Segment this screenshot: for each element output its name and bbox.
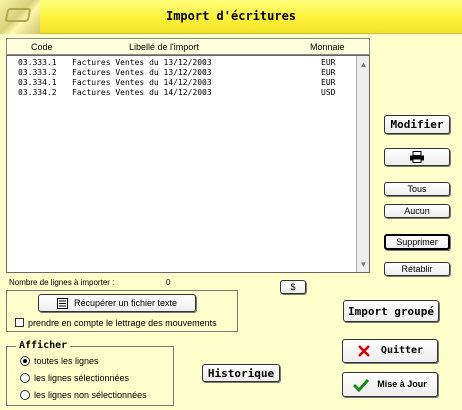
printer-icon	[410, 151, 424, 163]
lines-to-import-label: Nombre de lignes à importer :	[9, 278, 115, 287]
row-currency: USD	[321, 88, 336, 97]
quit-button[interactable]: Quitter	[342, 339, 438, 363]
list-scrollbar[interactable]: ▲ ▼	[356, 56, 369, 272]
history-button[interactable]: Historique	[202, 364, 280, 382]
checkmark-icon	[353, 378, 370, 392]
table-row[interactable]: 03.333.1 Factures Ventes du 13/12/2003 E…	[6, 58, 350, 68]
column-header-label[interactable]: Libellé de l'import	[129, 42, 199, 52]
row-code: 03.333.1	[18, 58, 57, 67]
row-currency: EUR	[321, 78, 336, 87]
row-code: 03.333.2	[18, 68, 57, 77]
column-header-currency[interactable]: Monnaie	[310, 42, 345, 52]
table-row[interactable]: 03.334.2 Factures Ventes du 14/12/2003 U…	[6, 88, 350, 98]
window-title: Import d'écritures	[165, 9, 297, 23]
update-label: Mise à Jour	[377, 379, 427, 389]
modifier-button[interactable]: Modifier	[384, 115, 450, 134]
file-icon	[56, 297, 68, 309]
radio-selected-lines-label: les lignes sélectionnées	[34, 373, 130, 383]
row-code: 03.334.2	[18, 88, 57, 97]
quit-label: Quitter	[380, 345, 424, 356]
radio-all-lines-label: toutes les lignes	[34, 356, 99, 366]
lettering-checkbox[interactable]	[15, 318, 24, 327]
restore-button[interactable]: Rétablir	[384, 262, 450, 276]
list-header: Code Libellé de l'import Monnaie	[6, 38, 370, 55]
radio-unselected-lines[interactable]	[20, 390, 30, 400]
display-group-title: Afficher	[16, 340, 71, 351]
update-button[interactable]: Mise à Jour	[342, 372, 438, 397]
select-all-button[interactable]: Tous	[384, 182, 450, 196]
table-row[interactable]: 03.334.1 Factures Ventes du 14/12/2003 E…	[6, 78, 350, 88]
radio-unselected-lines-label: les lignes non sélectionnées	[34, 390, 147, 400]
row-currency: EUR	[321, 58, 336, 67]
row-currency: EUR	[321, 68, 336, 77]
currency-button[interactable]: $	[280, 280, 306, 294]
table-row[interactable]: 03.333.2 Factures Ventes du 13/12/2003 E…	[6, 68, 350, 78]
lines-to-import-value: 0	[166, 278, 171, 287]
delete-button[interactable]: Supprimer	[384, 234, 450, 250]
close-icon	[358, 345, 370, 357]
radio-all-lines[interactable]	[20, 356, 30, 366]
fetch-text-file-button[interactable]: Récupérer un fichier texte	[38, 294, 196, 312]
print-button[interactable]	[384, 148, 450, 166]
row-label: Factures Ventes du 13/12/2003	[72, 58, 212, 67]
group-import-button[interactable]: Import groupé	[343, 300, 439, 322]
scroll-down-icon[interactable]: ▼	[357, 258, 370, 271]
row-label: Factures Ventes du 14/12/2003	[72, 78, 212, 87]
row-code: 03.334.1	[18, 78, 57, 87]
column-header-code[interactable]: Code	[31, 42, 53, 52]
lettering-checkbox-label: prendre en compte le lettrage des mouvem…	[28, 318, 217, 328]
row-label: Factures Ventes du 13/12/2003	[72, 68, 212, 77]
radio-selected-lines[interactable]	[20, 373, 30, 383]
scroll-up-icon[interactable]: ▲	[357, 58, 370, 71]
fetch-text-file-label: Récupérer un fichier texte	[73, 297, 178, 308]
select-none-button[interactable]: Aucun	[384, 204, 450, 218]
import-list-rows: 03.333.1 Factures Ventes du 13/12/2003 E…	[6, 56, 350, 270]
row-label: Factures Ventes du 14/12/2003	[72, 88, 212, 97]
